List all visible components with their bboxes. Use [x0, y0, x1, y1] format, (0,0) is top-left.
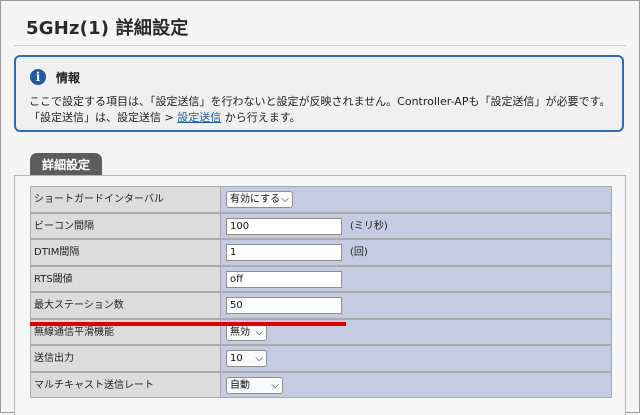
rts-threshold-input[interactable]: off — [226, 270, 342, 288]
beacon-interval-label: ビーコン間隔 — [30, 212, 221, 239]
chevron-down-icon: ⌵ — [255, 353, 263, 364]
max-stations-input[interactable]: 50 — [226, 297, 342, 314]
multicast-rate-cell: 自動 ⌵ — [221, 371, 612, 398]
tx-power-cell: 10 ⌵ — [221, 345, 612, 372]
dtim-interval-unit: (回) — [350, 247, 368, 258]
rts-threshold-label: RTS閾値 — [30, 265, 221, 292]
wireless-smoothing-value: 無効 — [230, 326, 250, 338]
guard-interval-select[interactable]: 有効にする ⌵ — [226, 191, 293, 208]
tab-advanced-settings[interactable]: 詳細設定 — [30, 153, 102, 175]
dtim-interval-input[interactable]: 1 — [226, 244, 342, 261]
dtim-interval-cell: 1 (回) — [221, 239, 612, 266]
info-text-prefix: 「設定送信」は、設定送信 > — [29, 111, 178, 124]
guard-interval-cell: 有効にする ⌵ — [221, 186, 612, 213]
page-title: 5GHz(1) 詳細設定 — [26, 18, 189, 39]
info-text-line1: ここで設定する項目は、「設定送信」を行わないと設定が反映されません。Contro… — [29, 95, 611, 108]
row-dtim-interval: DTIM間隔 1 (回) — [30, 239, 612, 266]
multicast-rate-value: 自動 — [230, 379, 250, 391]
chevron-down-icon: ⌵ — [281, 194, 289, 205]
chevron-down-icon: ⌵ — [271, 379, 279, 391]
guard-interval-label: ショートガードインターバル — [30, 186, 221, 213]
info-text-line2: 「設定送信」は、設定送信 > 設定送信 から行えます。 — [29, 109, 301, 125]
info-icon: i — [30, 69, 46, 85]
beacon-interval-cell: 100 (ミリ秒) — [221, 212, 612, 239]
tx-power-label: 送信出力 — [30, 345, 221, 372]
dtim-interval-label: DTIM間隔 — [30, 239, 221, 266]
beacon-interval-input[interactable]: 100 — [226, 217, 342, 235]
beacon-interval-unit: (ミリ秒) — [350, 220, 388, 232]
wireless-smoothing-select[interactable]: 無効 ⌵ — [226, 323, 267, 341]
tx-power-select[interactable]: 10 ⌵ — [226, 350, 267, 367]
row-multicast-rate: マルチキャスト送信レート 自動 ⌵ — [30, 371, 612, 398]
settings-panel: ショートガードインターバル 有効にする ⌵ ビーコン間隔 100 (ミリ秒) D… — [14, 175, 626, 415]
chevron-down-icon: ⌵ — [255, 326, 263, 338]
settings-send-link[interactable]: 設定送信 — [177, 111, 221, 124]
max-stations-label: 最大ステーション数 — [30, 292, 221, 319]
row-rts-threshold: RTS閾値 off — [30, 265, 612, 292]
title-divider — [14, 45, 626, 46]
rts-threshold-cell: off — [221, 265, 612, 292]
info-box: i 情報 ここで設定する項目は、「設定送信」を行わないと設定が反映されません。C… — [14, 55, 624, 132]
highlight-underline — [30, 322, 346, 326]
row-beacon-interval: ビーコン間隔 100 (ミリ秒) — [30, 212, 612, 239]
row-max-stations: 最大ステーション数 50 — [30, 292, 612, 319]
multicast-rate-label: マルチキャスト送信レート — [30, 371, 221, 398]
settings-table: ショートガードインターバル 有効にする ⌵ ビーコン間隔 100 (ミリ秒) D… — [30, 186, 612, 398]
max-stations-cell: 50 — [221, 292, 612, 319]
row-tx-power: 送信出力 10 ⌵ — [30, 345, 612, 372]
info-text-suffix: から行えます。 — [221, 111, 301, 124]
info-title: 情報 — [56, 71, 81, 85]
multicast-rate-select[interactable]: 自動 ⌵ — [226, 376, 283, 394]
row-guard-interval: ショートガードインターバル 有効にする ⌵ — [30, 186, 612, 213]
guard-interval-value: 有効にする — [230, 194, 281, 205]
tx-power-value: 10 — [230, 353, 243, 364]
